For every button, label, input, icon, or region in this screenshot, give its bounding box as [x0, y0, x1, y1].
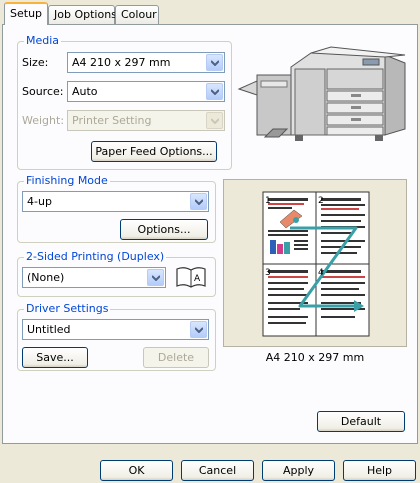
source-select-value: Auto	[72, 85, 98, 98]
layout-preview: 1 2 3 4	[223, 179, 407, 347]
duplex-value: (None)	[27, 271, 65, 284]
chevron-down-icon[interactable]	[206, 83, 223, 100]
tab-colour[interactable]: Colour	[115, 5, 159, 24]
delete-button: Delete	[143, 347, 209, 368]
size-select-value: A4 210 x 297 mm	[72, 56, 171, 69]
preview-page-number: 1	[265, 196, 271, 206]
preview-caption: A4 210 x 297 mm	[265, 351, 365, 364]
preview-page-number: 3	[265, 268, 271, 278]
default-button[interactable]: Default	[317, 411, 405, 432]
tab-setup[interactable]: Setup	[4, 2, 48, 25]
preview-page-number: 4	[318, 268, 324, 278]
ok-button[interactable]: OK	[100, 460, 173, 481]
setup-tab-panel: Media Size: A4 210 x 297 mm Source: Auto…	[2, 24, 418, 444]
weight-select: Printer Setting	[67, 110, 225, 131]
chevron-down-icon[interactable]	[190, 193, 207, 210]
size-select[interactable]: A4 210 x 297 mm	[67, 52, 225, 73]
help-button[interactable]: Help	[343, 460, 416, 481]
size-label: Size:	[22, 56, 49, 69]
cancel-button[interactable]: Cancel	[181, 460, 254, 481]
duplex-legend: 2-Sided Printing (Duplex)	[24, 250, 167, 263]
chevron-down-icon[interactable]	[206, 54, 223, 71]
svg-text:A: A	[194, 274, 201, 284]
source-label: Source:	[22, 85, 64, 98]
apply-button[interactable]: Apply	[262, 460, 335, 481]
chevron-down-icon	[206, 112, 223, 129]
driver-settings-value: Untitled	[27, 323, 71, 336]
finishing-mode-value: 4-up	[27, 195, 52, 208]
tab-job-options[interactable]: Job Options	[48, 5, 117, 24]
duplex-select[interactable]: (None)	[22, 267, 166, 288]
source-select[interactable]: Auto	[67, 81, 225, 102]
driver-settings-select[interactable]: Untitled	[22, 319, 209, 340]
finishing-mode-legend: Finishing Mode	[24, 174, 110, 187]
weight-label: Weight:	[22, 114, 65, 127]
weight-select-value: Printer Setting	[72, 114, 152, 127]
driver-settings-legend: Driver Settings	[24, 302, 111, 315]
chevron-down-icon[interactable]	[190, 321, 207, 338]
finishing-options-button[interactable]: Options...	[120, 219, 208, 240]
media-legend: Media	[24, 34, 62, 47]
chevron-down-icon[interactable]	[147, 269, 164, 286]
duplex-book-icon: A	[175, 265, 207, 289]
save-button[interactable]: Save...	[22, 347, 88, 368]
finishing-mode-select[interactable]: 4-up	[22, 191, 209, 212]
printer-image	[235, 45, 411, 149]
preview-page-number: 2	[318, 196, 324, 206]
paper-feed-options-button[interactable]: Paper Feed Options...	[91, 141, 217, 162]
